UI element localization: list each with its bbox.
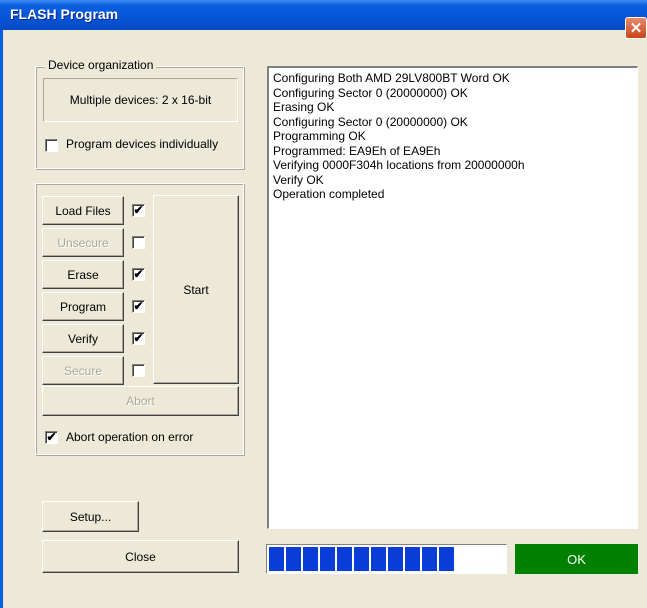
status-indicator: OK [515, 544, 638, 574]
operation-button-secure[interactable]: Secure [42, 356, 124, 385]
operation-button-program[interactable]: Program [42, 292, 124, 321]
operation-button-label: Erase [67, 267, 99, 282]
operation-button-label: Verify [67, 331, 98, 346]
progress-bar [266, 544, 507, 574]
log-line: Operation completed [273, 187, 385, 201]
log-line: Configuring Sector 0 (20000000) OK [273, 114, 468, 129]
abort-on-error-label: Abort operation on error [66, 430, 194, 444]
log-output[interactable]: Configuring Both AMD 29LV800BT Word OK Co… [267, 66, 638, 529]
operation-button-label: Secure [63, 363, 103, 378]
setup-button-label: Setup... [69, 509, 112, 524]
setup-button[interactable]: Setup... [42, 501, 139, 532]
progress-segment [422, 547, 437, 571]
operation-checkbox-load-files[interactable]: ✔ [132, 204, 145, 217]
progress-segment [286, 547, 301, 571]
device-organization-legend: Device organization [45, 58, 157, 72]
log-line: Configuring Sector 0 (20000000) OK [273, 85, 468, 100]
operation-checkbox-verify[interactable]: ✔ [132, 332, 145, 345]
start-button-label: Start [183, 282, 209, 297]
operation-checkbox-unsecure[interactable] [132, 236, 145, 249]
operation-button-verify[interactable]: Verify [42, 324, 124, 353]
title-bar[interactable]: FLASH Program [0, 0, 647, 30]
log-line: Programmed: EA9Eh of EA9Eh [273, 143, 441, 158]
operation-checkbox-secure[interactable] [132, 364, 145, 377]
device-organization-text: Multiple devices: 2 x 16-bit [69, 93, 212, 107]
progress-segment [320, 547, 335, 571]
operation-checkbox-program[interactable]: ✔ [132, 300, 145, 313]
close-button[interactable]: Close [42, 540, 239, 573]
progress-segment [269, 547, 284, 571]
log-line: Erasing OK [273, 100, 335, 114]
abort-on-error-checkbox[interactable]: ✔ [45, 431, 58, 444]
log-line: Configuring Both AMD 29LV800BT Word OK [273, 71, 510, 85]
operation-button-erase[interactable]: Erase [42, 260, 124, 289]
program-individually-label: Program devices individually [66, 137, 219, 151]
log-line: Programming OK [273, 129, 366, 143]
device-organization-value: Multiple devices: 2 x 16-bit [43, 78, 238, 122]
progress-segment [388, 547, 403, 571]
progress-segment [337, 547, 352, 571]
operation-button-label: Load Files [55, 203, 111, 218]
program-individually-checkbox[interactable] [45, 139, 58, 152]
abort-button[interactable]: Abort [42, 386, 239, 416]
window-frame [0, 30, 3, 608]
close-button-label: Close [125, 549, 156, 564]
progress-segment [354, 547, 369, 571]
operation-checkbox-erase[interactable]: ✔ [132, 268, 145, 281]
operation-button-label: Program [59, 299, 106, 314]
progress-segment [405, 547, 420, 571]
log-line: Verifying 0000F304h locations from 20000… [273, 158, 525, 172]
start-button[interactable]: Start [153, 195, 239, 384]
status-label: OK [567, 551, 586, 567]
operation-button-label: Unsecure [57, 235, 109, 250]
progress-segment [303, 547, 318, 571]
log-line: Verify OK [273, 172, 324, 187]
progress-segment [439, 547, 454, 571]
progress-segment [371, 547, 386, 571]
operation-button-unsecure[interactable]: Unsecure [42, 228, 124, 257]
window-close-button[interactable]: ✕ [625, 17, 647, 39]
abort-button-label: Abort [126, 394, 155, 408]
window-title: FLASH Program [10, 6, 119, 22]
operation-button-load-files[interactable]: Load Files [42, 196, 124, 225]
